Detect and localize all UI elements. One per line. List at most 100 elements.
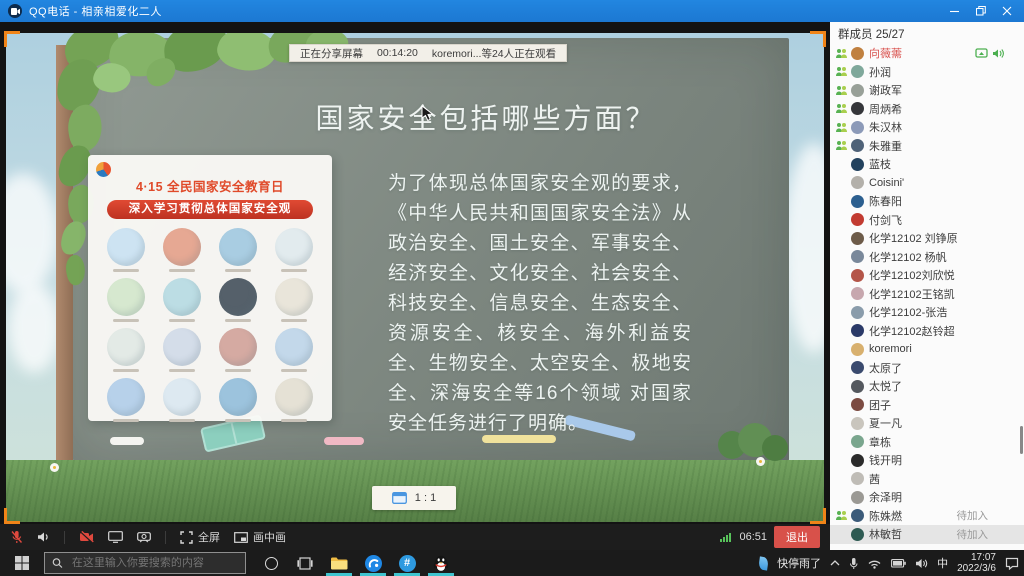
- member-avatar: [851, 417, 864, 430]
- minimize-button[interactable]: [942, 1, 968, 21]
- share-status-label: 正在分享屏幕: [300, 46, 363, 61]
- fullscreen-button[interactable]: 全屏: [180, 529, 220, 545]
- member-avatar: [851, 324, 864, 337]
- search-field[interactable]: [70, 556, 238, 570]
- member-row[interactable]: 朱雅重: [830, 137, 1024, 156]
- taskbar-search-input[interactable]: [44, 552, 246, 574]
- member-row[interactable]: 陈姝燃 待加入: [830, 507, 1024, 526]
- member-row[interactable]: 林敏哲 待加入: [830, 525, 1024, 544]
- member-row[interactable]: 余泽明: [830, 488, 1024, 507]
- member-avatar: [851, 65, 864, 78]
- speaking-audio-icon: [992, 48, 1004, 59]
- member-row[interactable]: 化学12102王铭凯: [830, 285, 1024, 304]
- member-avatar: [851, 176, 864, 189]
- member-row[interactable]: 夏一凡: [830, 414, 1024, 433]
- qq-button[interactable]: [424, 550, 458, 576]
- share-border-corner: [810, 31, 826, 47]
- member-avatar: [851, 269, 864, 282]
- member-row[interactable]: Coisini': [830, 174, 1024, 193]
- battery-icon[interactable]: [891, 559, 906, 568]
- share-border-corner: [810, 508, 826, 524]
- cortana-icon: [265, 557, 278, 570]
- poster-grid-item: [100, 228, 152, 272]
- task-view-button[interactable]: [288, 550, 322, 576]
- security-education-poster: 4·15 全民国家安全教育日 深入学习贯彻总体国家安全观: [88, 155, 332, 421]
- member-row[interactable]: 团子: [830, 396, 1024, 415]
- member-row[interactable]: 章栋: [830, 433, 1024, 452]
- member-row[interactable]: 太悦了: [830, 377, 1024, 396]
- member-row[interactable]: 太原了: [830, 359, 1024, 378]
- member-row[interactable]: 付剑飞: [830, 211, 1024, 230]
- close-button[interactable]: [994, 1, 1020, 21]
- fullscreen-icon: [180, 531, 193, 544]
- projector-button[interactable]: [137, 531, 151, 543]
- member-row[interactable]: 化学12102 刘铮原: [830, 229, 1024, 248]
- member-avatar: [851, 287, 864, 300]
- member-row[interactable]: 茜: [830, 470, 1024, 489]
- poster-logo-icon: [96, 162, 111, 177]
- member-row[interactable]: 朱汉林: [830, 118, 1024, 137]
- volume-tray-icon[interactable]: [915, 558, 928, 569]
- in-call-indicator: [835, 159, 851, 170]
- system-tray: 快停雨了 中 17:07 2022/3/6: [759, 552, 1024, 574]
- zoom-ratio-indicator[interactable]: 1 : 1: [372, 486, 456, 510]
- member-row[interactable]: 化学12102刘欣悦: [830, 266, 1024, 285]
- hash-app-button[interactable]: #: [390, 550, 424, 576]
- window-title: QQ电话 - 相亲相爱化二人: [29, 3, 162, 19]
- member-row[interactable]: koremori: [830, 340, 1024, 359]
- member-name: 向薇薷: [869, 45, 902, 61]
- picture-in-picture-button[interactable]: 画中画: [234, 529, 286, 545]
- member-row[interactable]: 蓝枝: [830, 155, 1024, 174]
- poster-grid-item: [212, 278, 264, 322]
- in-call-indicator: [835, 196, 851, 207]
- microphone-muted-button[interactable]: [10, 530, 23, 544]
- network-icon[interactable]: [867, 558, 882, 569]
- search-icon: [52, 557, 63, 569]
- member-avatar: [851, 380, 864, 393]
- input-method-indicator[interactable]: 中: [937, 555, 948, 571]
- member-avatar: [851, 491, 864, 504]
- member-row[interactable]: 孙润: [830, 63, 1024, 82]
- share-duration: 00:14:20: [377, 47, 418, 59]
- camera-muted-button[interactable]: [79, 531, 94, 543]
- tencent-meeting-button[interactable]: [356, 550, 390, 576]
- show-hidden-icons-chevron[interactable]: [830, 560, 840, 566]
- member-row[interactable]: 化学12102赵铃超: [830, 322, 1024, 341]
- poster-icon-grid: [88, 219, 332, 422]
- member-row[interactable]: 陈春阳: [830, 192, 1024, 211]
- poster-grid-item: [100, 378, 152, 422]
- restore-button[interactable]: [968, 1, 994, 21]
- start-button[interactable]: [0, 550, 44, 576]
- cortana-button[interactable]: [254, 550, 288, 576]
- member-avatar: [851, 306, 864, 319]
- member-avatar: [851, 361, 864, 374]
- call-control-bar: 全屏 画中画 06:51 退出: [0, 524, 830, 550]
- member-avatar: [851, 213, 864, 226]
- in-call-indicator: [835, 288, 851, 299]
- member-row[interactable]: 化学12102 杨帆: [830, 248, 1024, 267]
- pip-label: 画中画: [253, 529, 286, 545]
- member-name: 化学12102-张浩: [869, 304, 947, 320]
- in-call-indicator: [835, 399, 851, 410]
- member-row[interactable]: 化学12102-张浩: [830, 303, 1024, 322]
- weather-icon[interactable]: [758, 556, 769, 570]
- desktop-screen: QQ电话 - 相亲相爱化二人: [0, 0, 1024, 576]
- scrollbar-thumb[interactable]: [1020, 426, 1023, 454]
- share-screen-button[interactable]: [108, 531, 123, 543]
- member-row[interactable]: 周炳希: [830, 100, 1024, 119]
- weather-label[interactable]: 快停雨了: [777, 555, 821, 571]
- member-row[interactable]: 向薇薷: [830, 44, 1024, 63]
- share-viewers: koremori...等24人正在观看: [432, 46, 556, 61]
- in-call-indicator: [835, 510, 851, 521]
- action-center-icon[interactable]: [1005, 557, 1019, 570]
- member-row[interactable]: 谢政军: [830, 81, 1024, 100]
- microphone-tray-icon[interactable]: [849, 557, 858, 570]
- member-row[interactable]: 钱开明: [830, 451, 1024, 470]
- taskbar-clock[interactable]: 17:07 2022/3/6: [957, 552, 996, 574]
- exit-call-button[interactable]: 退出: [774, 526, 820, 548]
- speaker-button[interactable]: [37, 531, 50, 543]
- member-avatar: [851, 250, 864, 263]
- in-call-indicator: [835, 140, 851, 151]
- file-explorer-button[interactable]: [322, 550, 356, 576]
- poster-grid-item: [156, 228, 208, 272]
